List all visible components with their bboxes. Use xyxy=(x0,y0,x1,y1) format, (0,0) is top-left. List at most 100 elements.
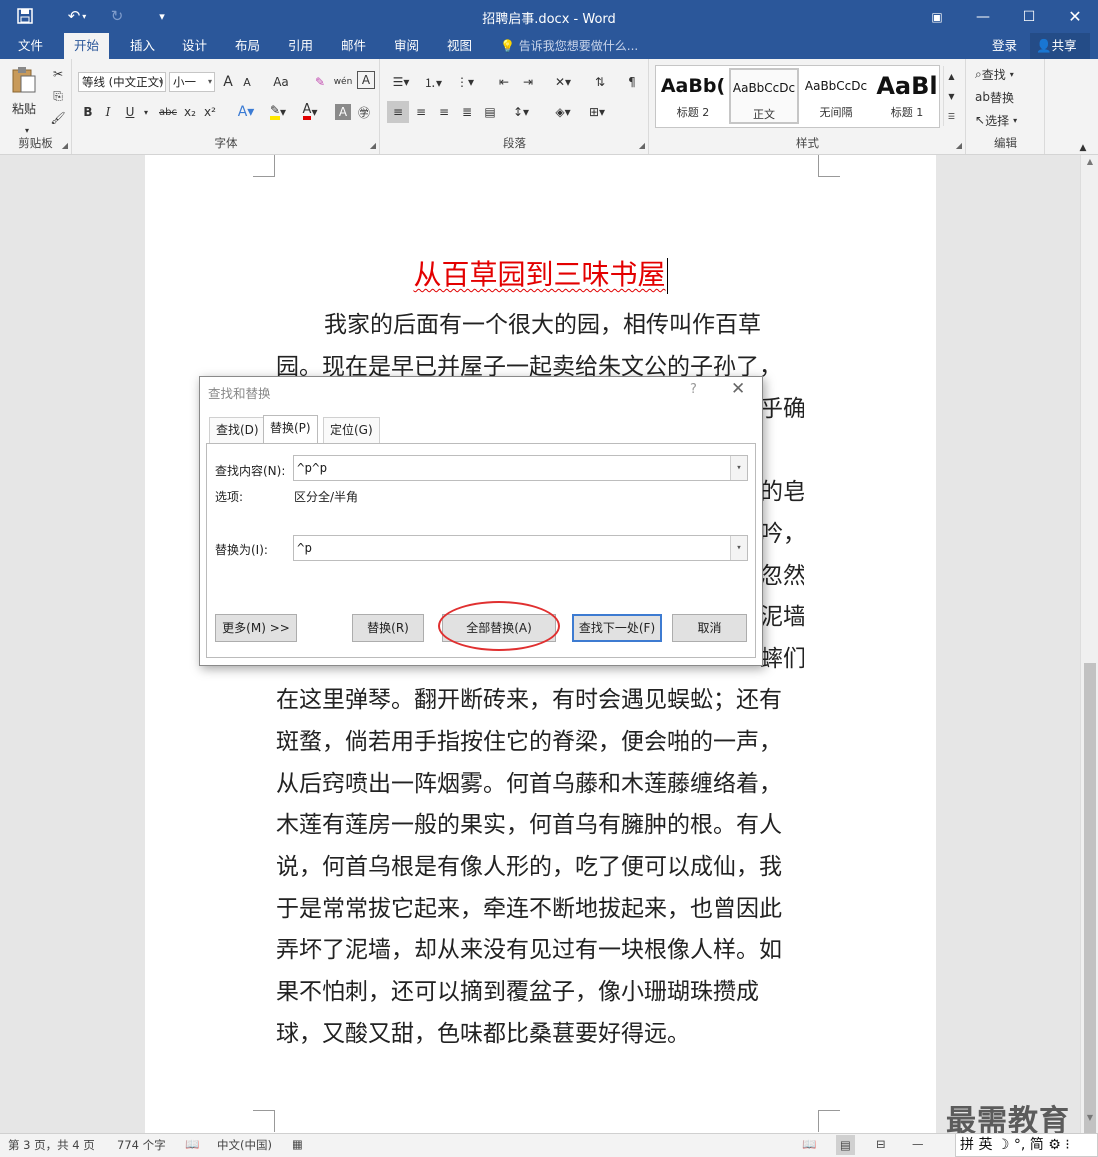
find-button[interactable]: ⌕ 查找 ▾ xyxy=(975,63,1037,85)
sort-icon[interactable]: ⇅ xyxy=(589,71,611,93)
bold-button[interactable]: B xyxy=(79,101,97,123)
ribbon: 粘贴 ▾ ✂ ⎘ 🖌 剪贴板 ◢ 等线 (中文正文) ▾ 小一 ▾ A A Aa ✎… xyxy=(0,59,1098,155)
clear-format-icon[interactable]: ✎ xyxy=(310,71,330,93)
cancel-button[interactable]: 取消 xyxy=(672,614,747,642)
web-layout-icon[interactable]: ⊟ xyxy=(876,1137,886,1151)
replace-button[interactable]: ab 替换 xyxy=(975,86,1037,108)
distributed-icon[interactable]: ▤ xyxy=(479,101,501,123)
login-link[interactable]: 登录 xyxy=(992,33,1017,59)
ribbon-display-icon[interactable]: ▣ xyxy=(914,0,960,33)
paragraph-launcher-icon[interactable]: ◢ xyxy=(639,141,645,150)
gallery-down-icon[interactable]: ▼ xyxy=(943,86,959,106)
vertical-scrollbar[interactable]: ▲ ▼ xyxy=(1080,155,1098,1133)
shrink-font-button[interactable]: A xyxy=(239,71,255,93)
italic-button[interactable]: I xyxy=(99,101,117,123)
print-layout-icon[interactable]: ▤ xyxy=(836,1135,855,1155)
select-button[interactable]: ↖ 选择 ▾ xyxy=(975,109,1037,131)
font-name-combo[interactable]: 等线 (中文正文) ▾ xyxy=(78,72,166,92)
paragraph-line: 果不怕刺，还可以摘到覆盆子，像小珊瑚珠攒成 xyxy=(276,979,759,1005)
tab-find[interactable]: 查找(D) xyxy=(209,417,266,443)
bullets-icon[interactable]: ☰▾ xyxy=(387,71,415,93)
text-effects-icon[interactable]: A▾ xyxy=(233,101,259,123)
tell-me-box[interactable]: 💡 告诉我您想要做什么... xyxy=(500,33,638,59)
clipboard-launcher-icon[interactable]: ◢ xyxy=(62,141,68,150)
chevron-down-icon[interactable]: ▾ xyxy=(730,536,747,560)
font-launcher-icon[interactable]: ◢ xyxy=(370,141,376,150)
cut-icon[interactable]: ✂ xyxy=(48,63,68,85)
replace-button[interactable]: 替换(R) xyxy=(352,614,424,642)
char-border-button[interactable]: A xyxy=(357,71,375,89)
more-button[interactable]: 更多(M) >> xyxy=(215,614,297,642)
align-left-icon[interactable]: ≡ xyxy=(387,101,409,123)
style-normal[interactable]: AaBbCcDc 正文 xyxy=(729,68,799,124)
zoom-out-icon[interactable]: — xyxy=(912,1137,924,1151)
find-what-input[interactable]: ^p^p ▾ xyxy=(293,455,748,481)
styles-launcher-icon[interactable]: ◢ xyxy=(956,141,962,150)
format-painter-icon[interactable]: 🖌 xyxy=(48,107,68,129)
paste-icon[interactable] xyxy=(6,65,42,95)
line-spacing-icon[interactable]: ↕▾ xyxy=(507,101,535,123)
tab-references[interactable]: 引用 xyxy=(278,33,323,59)
underline-button[interactable]: U xyxy=(121,101,139,123)
font-color-icon[interactable]: A ▾ xyxy=(297,101,323,123)
borders-icon[interactable]: ⊞▾ xyxy=(583,101,611,123)
tab-review[interactable]: 审阅 xyxy=(384,33,429,59)
numbering-icon[interactable]: ⒈▾ xyxy=(419,71,447,93)
superscript-button[interactable]: x² xyxy=(201,101,219,123)
underline-dropdown-icon[interactable]: ▾ xyxy=(141,101,151,123)
grow-font-button[interactable]: A xyxy=(219,71,237,93)
change-case-button[interactable]: Aa xyxy=(267,71,295,93)
justify-icon[interactable]: ≣ xyxy=(456,101,478,123)
copy-icon[interactable]: ⎘ xyxy=(48,85,68,107)
ime-toolbar[interactable]: 拼 英 ☽ °, 简 ⚙ ⁝ xyxy=(955,1133,1098,1157)
tab-view[interactable]: 视图 xyxy=(437,33,482,59)
chinese-layout-icon[interactable]: ✕▾ xyxy=(549,71,577,93)
scroll-thumb[interactable] xyxy=(1084,663,1096,1133)
style-heading-2[interactable]: AaBb( 标题 2 xyxy=(658,68,728,124)
tab-replace[interactable]: 替换(P) xyxy=(263,415,318,444)
find-next-button[interactable]: 查找下一处(F) xyxy=(572,614,662,642)
gallery-more-icon[interactable]: ☰ xyxy=(943,106,959,126)
language-indicator[interactable]: 中文(中国) xyxy=(217,1137,272,1153)
close-icon[interactable]: ✕ xyxy=(1052,0,1098,33)
word-count[interactable]: 774 个字 xyxy=(117,1137,166,1153)
font-size-combo[interactable]: 小一 ▾ xyxy=(169,72,215,92)
macro-icon[interactable]: ▦ xyxy=(292,1137,303,1151)
show-marks-icon[interactable]: ¶ xyxy=(621,71,643,93)
char-shading-icon[interactable]: A xyxy=(335,104,351,120)
tab-goto[interactable]: 定位(G) xyxy=(323,417,380,443)
align-right-icon[interactable]: ≡ xyxy=(433,101,455,123)
proofing-icon[interactable]: 📖 xyxy=(185,1137,199,1151)
enclose-char-icon[interactable]: ㊫ xyxy=(355,101,373,123)
page-count[interactable]: 第 3 页，共 4 页 xyxy=(8,1137,95,1153)
tab-mailings[interactable]: 邮件 xyxy=(331,33,376,59)
align-center-icon[interactable]: ≡ xyxy=(410,101,432,123)
strikethrough-button[interactable]: abc xyxy=(157,101,179,123)
scroll-down-icon[interactable]: ▼ xyxy=(1081,1113,1098,1129)
paste-button[interactable]: 粘贴 xyxy=(6,97,42,119)
dialog-close-icon[interactable]: ✕ xyxy=(731,379,745,399)
share-button[interactable]: 👤共享 xyxy=(1030,33,1090,59)
tab-home[interactable]: 开始 xyxy=(64,33,110,59)
phonetic-guide-button[interactable]: wén xyxy=(332,71,354,93)
tab-file[interactable]: 文件 xyxy=(8,33,53,59)
replace-with-input[interactable]: ^p ▾ xyxy=(293,535,748,561)
scroll-up-icon[interactable]: ▲ xyxy=(1081,157,1098,173)
style-no-spacing[interactable]: AaBbCcDc 无间隔 xyxy=(801,68,871,124)
shading-icon[interactable]: ◈▾ xyxy=(549,101,577,123)
decrease-indent-icon[interactable]: ⇤ xyxy=(493,71,515,93)
style-heading-1[interactable]: AaBl 标题 1 xyxy=(872,68,942,124)
maximize-icon[interactable]: ☐ xyxy=(1006,0,1052,33)
tab-design[interactable]: 设计 xyxy=(172,33,217,59)
increase-indent-icon[interactable]: ⇥ xyxy=(517,71,539,93)
subscript-button[interactable]: x₂ xyxy=(181,101,199,123)
minimize-icon[interactable]: — xyxy=(960,0,1006,33)
tab-layout[interactable]: 布局 xyxy=(225,33,270,59)
tab-insert[interactable]: 插入 xyxy=(120,33,165,59)
multilevel-list-icon[interactable]: ⋮▾ xyxy=(451,71,479,93)
help-icon[interactable]: ? xyxy=(690,382,697,397)
chevron-down-icon[interactable]: ▾ xyxy=(730,456,747,480)
read-mode-icon[interactable]: 📖 xyxy=(802,1137,816,1151)
highlight-color-icon[interactable]: ✎ ▾ xyxy=(265,101,291,123)
gallery-up-icon[interactable]: ▲ xyxy=(943,66,959,86)
